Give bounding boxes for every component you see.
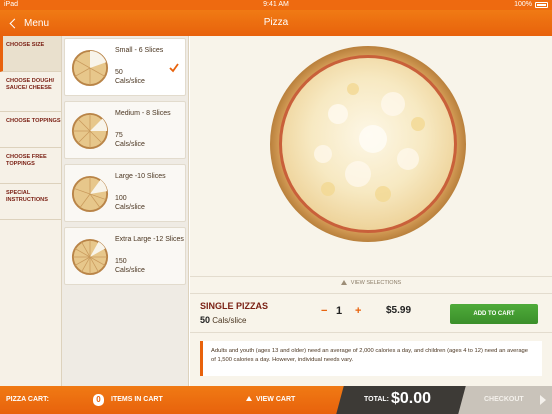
calorie-value: 150 xyxy=(115,258,127,265)
calorie-unit: Cals/slice xyxy=(115,267,145,274)
calorie-value: 100 xyxy=(115,195,127,202)
size-option-extra-large[interactable]: Extra Large -12 Slices 150 Cals/slice xyxy=(64,227,186,285)
cart-bar: PIZZA CART: 0 ITEMS IN CART VIEW CART TO… xyxy=(0,386,552,414)
page-title: Pizza xyxy=(263,17,289,28)
pizza-image xyxy=(270,46,466,242)
size-list: Small - 6 Slices 50 Cals/slice Medium - … xyxy=(62,36,189,386)
size-option-large[interactable]: Large -10 Slices 100 Cals/slice xyxy=(64,164,186,222)
view-selections-toggle[interactable]: VIEW SELECTIONS xyxy=(190,276,552,288)
order-calorie-unit: Cals/slice xyxy=(212,316,247,325)
cart-count-badge: 0 xyxy=(93,394,104,406)
calorie-unit: Cals/slice xyxy=(115,141,145,148)
pizza-preview xyxy=(190,36,552,276)
nav-bar: Menu Pizza xyxy=(0,10,552,36)
size-option-medium[interactable]: Medium - 8 Slices 75 Cals/slice xyxy=(64,101,186,159)
quantity-increase-button[interactable]: + xyxy=(355,305,361,317)
quantity-value: 1 xyxy=(336,305,343,317)
calorie-unit: Cals/slice xyxy=(115,204,145,211)
battery-icon xyxy=(535,2,548,8)
step-special-instructions[interactable]: SPECIAL INSTRUCTIONS xyxy=(0,184,61,220)
triangle-up-icon xyxy=(246,396,252,401)
view-selections-label: VIEW SELECTIONS xyxy=(350,280,402,286)
cart-label: PIZZA CART: xyxy=(6,396,49,403)
calorie-value: 75 xyxy=(115,132,123,139)
calorie-notice: Adults and youth (ages 13 and older) nee… xyxy=(200,341,542,376)
battery-percent: 100% xyxy=(514,1,532,8)
total-label: TOTAL: xyxy=(364,396,390,403)
price: $5.99 xyxy=(386,305,412,316)
order-calorie-value: 50 xyxy=(200,315,211,325)
pizza-slices-icon xyxy=(71,175,109,213)
calorie-value: 50 xyxy=(115,69,123,76)
step-choose-free-toppings[interactable]: CHOOSE FREE TOPPINGS xyxy=(0,148,61,184)
order-calories: 50 Cals/slice xyxy=(200,315,246,325)
view-cart-button[interactable]: VIEW CART xyxy=(246,396,295,403)
size-label: Large -10 Slices xyxy=(115,173,166,180)
size-label: Extra Large -12 Slices xyxy=(115,236,184,243)
size-calories: 100 Cals/slice xyxy=(115,194,145,212)
arrow-right-icon xyxy=(540,395,546,405)
view-cart-label: VIEW CART xyxy=(256,396,296,403)
checkmark-icon xyxy=(169,63,179,73)
size-label: Medium - 8 Slices xyxy=(115,110,171,117)
add-to-cart-button[interactable]: ADD TO CART xyxy=(450,304,538,324)
triangle-up-icon xyxy=(340,280,347,285)
pizza-slices-icon xyxy=(71,49,109,87)
size-label: Small - 6 Slices xyxy=(115,47,164,54)
quantity-decrease-button[interactable]: − xyxy=(321,305,327,317)
calorie-unit: Cals/slice xyxy=(115,78,145,85)
pizza-slices-icon xyxy=(71,238,109,276)
size-calories: 50 Cals/slice xyxy=(115,68,145,86)
status-bar: iPad 9:41 AM 100% xyxy=(0,0,552,10)
size-option-small[interactable]: Small - 6 Slices 50 Cals/slice xyxy=(64,38,186,96)
pizza-slices-icon xyxy=(71,112,109,150)
main-panel: VIEW SELECTIONS SINGLE PIZZAS 50 Cals/sl… xyxy=(190,36,552,386)
order-row: SINGLE PIZZAS 50 Cals/slice − 1 + $5.99 … xyxy=(190,293,552,333)
size-calories: 150 Cals/slice xyxy=(115,257,145,275)
total-value: $0.00 xyxy=(391,390,432,407)
checkout-label[interactable]: CHECKOUT xyxy=(484,396,524,403)
items-in-cart-label: ITEMS IN CART xyxy=(111,396,163,403)
size-calories: 75 Cals/slice xyxy=(115,131,145,149)
step-choose-toppings[interactable]: CHOOSE TOPPINGS xyxy=(0,112,61,148)
clock: 9:41 AM xyxy=(263,1,289,8)
step-menu: CHOOSE SIZE CHOOSE DOUGH/ SAUCE/ CHEESE … xyxy=(0,36,62,386)
order-title: SINGLE PIZZAS xyxy=(200,301,269,311)
step-choose-dough-sauce-cheese[interactable]: CHOOSE DOUGH/ SAUCE/ CHEESE xyxy=(0,72,61,112)
step-choose-size[interactable]: CHOOSE SIZE xyxy=(0,36,61,72)
